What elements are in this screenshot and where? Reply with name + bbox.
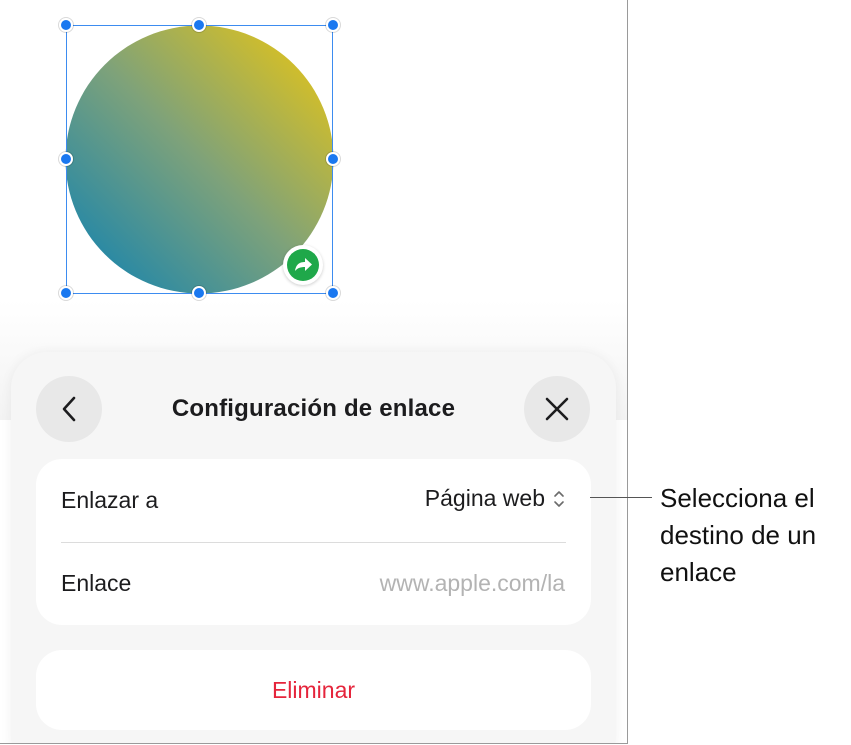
link-url-field[interactable]: www.apple.com/la: [380, 570, 565, 597]
resize-handle-bottom-right[interactable]: [326, 286, 340, 300]
link-settings-group: Enlazar a Página web Enlace www.apple.co…: [36, 459, 591, 625]
close-icon: [545, 397, 569, 421]
delete-link-button[interactable]: Eliminar: [36, 650, 591, 730]
link-to-value: Página web: [424, 485, 545, 511]
canvas-shape[interactable]: [0, 0, 400, 320]
resize-handle-left[interactable]: [59, 152, 73, 166]
resize-handle-top-left[interactable]: [59, 18, 73, 32]
resize-handle-top[interactable]: [192, 18, 206, 32]
link-settings-sheet: Configuración de enlace Enlazar a Página…: [11, 352, 616, 743]
close-button[interactable]: [524, 376, 590, 442]
link-to-select[interactable]: Página web: [425, 485, 565, 512]
link-to-label: Enlazar a: [61, 487, 159, 513]
link-arrow-icon: [287, 249, 319, 281]
callout-line: [590, 497, 652, 498]
link-label: Enlace: [61, 570, 132, 596]
link-row[interactable]: Enlace www.apple.com/la: [36, 542, 591, 625]
chevron-updown-icon: [553, 489, 565, 509]
link-to-row[interactable]: Enlazar a Página web: [36, 459, 591, 542]
resize-handle-bottom[interactable]: [192, 286, 206, 300]
link-badge[interactable]: [283, 245, 323, 285]
resize-handle-bottom-left[interactable]: [59, 286, 73, 300]
app-screen: Configuración de enlace Enlazar a Página…: [0, 0, 628, 744]
callout-text: Selecciona el destino de un enlace: [660, 483, 817, 587]
resize-handle-right[interactable]: [326, 152, 340, 166]
resize-handle-top-right[interactable]: [326, 18, 340, 32]
